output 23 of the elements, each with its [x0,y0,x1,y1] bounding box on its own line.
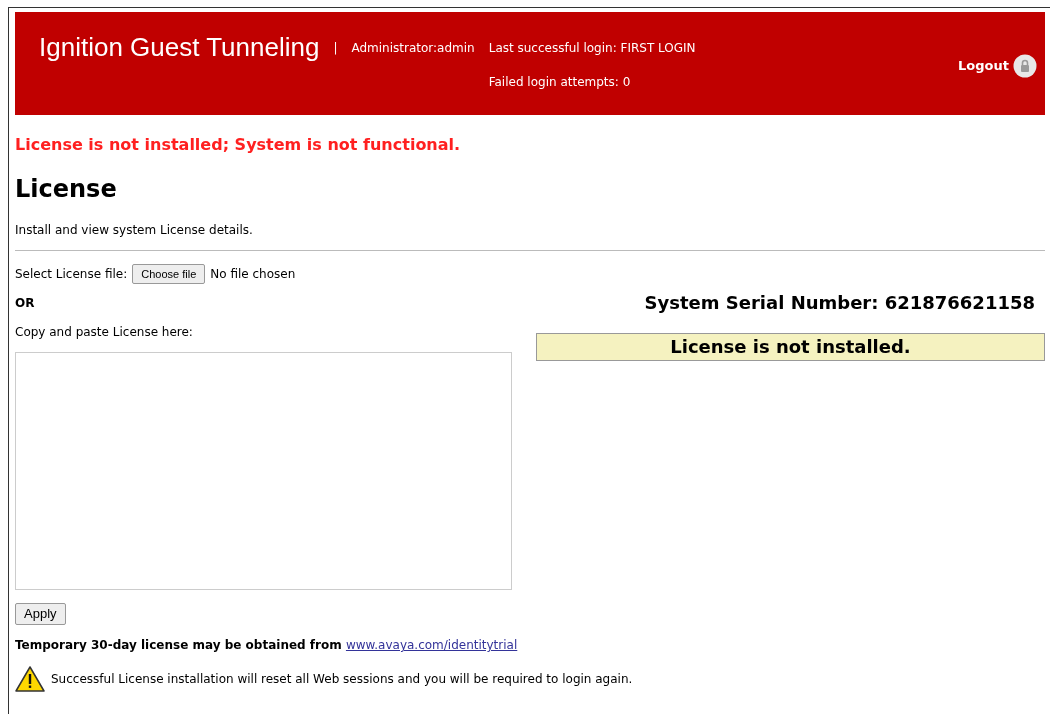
separator: | [333,40,338,57]
warning-text: Successful License installation will reset all Web sessions and you will be required to login again. [51,671,633,689]
page-title: License [15,174,118,205]
file-status: No file chosen [210,266,296,283]
license-text-area[interactable] [15,352,512,590]
serial-number: System Serial Number: 621876621158 [643,291,1036,315]
apply-button[interactable]: Apply [15,603,66,625]
logout-link[interactable]: Logout [958,56,1009,76]
file-label: Select License file: [15,266,128,283]
failed-attempts-text: Failed login attempts: 0 [488,74,632,91]
choose-file-button[interactable]: Choose file [132,264,206,284]
error-message: License is not installed; System is not functional. [15,134,462,156]
trial-link[interactable]: www.avaya.com/identitytrial [345,638,518,653]
trial-note: Temporary 30-day license may be obtained from www.avaya.com/identitytrial [15,637,519,655]
paste-label: Copy and paste License here: [15,324,194,341]
license-status-banner: License is not installed. [536,333,1045,361]
app-title: Ignition Guest Tunneling [39,32,320,62]
lock-icon [1013,54,1037,78]
warning-icon [15,666,45,693]
last-login-text: Last successful login: FIRST LOGIN [488,40,696,57]
user-label: Administrator:admin [351,40,475,57]
page-description: Install and view system License details. [15,222,254,239]
or-label: OR [15,295,36,312]
